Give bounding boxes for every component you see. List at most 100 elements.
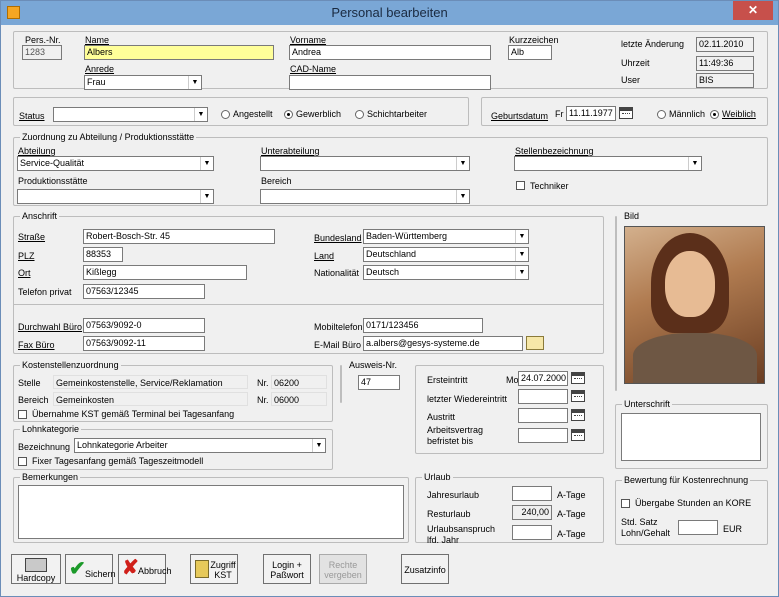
mobil-field[interactable]: 0171/123456 xyxy=(363,318,483,333)
angestellt-radio[interactable] xyxy=(221,110,230,119)
strasse-field[interactable]: Robert-Bosch-Str. 45 xyxy=(83,229,275,244)
fax-label: Fax Büro xyxy=(18,340,55,350)
schichtarbeiter-radio[interactable] xyxy=(355,110,364,119)
ausweis-field[interactable]: 47 xyxy=(358,375,400,390)
calendar-icon[interactable] xyxy=(571,409,585,421)
bundesland-label: Bundesland xyxy=(314,233,362,243)
stellenbezeichnung-select[interactable]: ▼ xyxy=(514,156,702,171)
kst-stelle-nr: 06200 xyxy=(271,375,327,389)
maennlich-radio[interactable] xyxy=(657,110,666,119)
chevron-down-icon: ▼ xyxy=(200,190,213,203)
austritt-field[interactable] xyxy=(518,408,568,423)
uebernahme-kst-checkbox[interactable] xyxy=(18,410,27,419)
fixer-tagesanfang-checkbox[interactable] xyxy=(18,457,27,466)
land-value: Deutschland xyxy=(366,249,417,259)
durchwahl-field[interactable]: 07563/9092-0 xyxy=(83,318,205,333)
chevron-down-icon: ▼ xyxy=(456,190,469,203)
cross-icon: ✘ xyxy=(122,557,139,579)
chevron-down-icon: ▼ xyxy=(515,266,528,279)
fixer-tagesanfang-label: Fixer Tagesanfang gemäß Tageszeitmodell xyxy=(32,456,204,466)
wiedereintritt-label: letzter Wiedereintritt xyxy=(427,394,508,404)
unterabteilung-select[interactable]: ▼ xyxy=(260,156,470,171)
techniker-checkbox[interactable] xyxy=(516,181,525,190)
zusatzinfo-button[interactable]: Zusatzinfo xyxy=(401,554,449,584)
status-select[interactable]: ▼ xyxy=(53,107,208,122)
cadname-label: CAD-Name xyxy=(290,64,337,74)
weiblich-label: Weiblich xyxy=(722,109,756,119)
weiblich-radio[interactable] xyxy=(710,110,719,119)
chevron-down-icon: ▼ xyxy=(194,108,207,121)
window-title: Personal bearbeiten xyxy=(331,5,448,20)
jahresurlaub-unit: A-Tage xyxy=(557,490,586,500)
ersteintritt-field[interactable]: 24.07.2000 xyxy=(518,371,568,386)
hardcopy-button[interactable]: Hardcopy xyxy=(11,554,61,584)
rechte-button[interactable]: Rechte vergeben xyxy=(319,554,367,584)
satz-field[interactable] xyxy=(678,520,718,535)
bundesland-value: Baden-Württemberg xyxy=(366,231,448,241)
jahresurlaub-field[interactable] xyxy=(512,486,552,501)
gewerblich-radio[interactable] xyxy=(284,110,293,119)
fax-field[interactable]: 07563/9092-11 xyxy=(83,336,205,351)
kurzzeichen-field[interactable]: Alb xyxy=(508,45,552,60)
bewertung-group-title: Bewertung für Kostenrechnung xyxy=(622,475,751,486)
produktionsstaette-select[interactable]: ▼ xyxy=(17,189,214,204)
checkmark-icon: ✔ xyxy=(69,558,86,580)
nationalitaet-value: Deutsch xyxy=(366,267,400,277)
sichern-button[interactable]: ✔ Sichern xyxy=(65,554,116,584)
bild-group-title: Bild xyxy=(622,211,642,222)
time-label: Uhrzeit xyxy=(621,58,650,68)
bemerkungen-label: Bemerkungen xyxy=(20,472,81,483)
persnr-field: 1283 xyxy=(22,45,62,60)
land-select[interactable]: Deutschland ▼ xyxy=(363,247,529,262)
vertrag-field[interactable] xyxy=(518,428,568,443)
calendar-icon[interactable] xyxy=(571,429,585,441)
wiedereintritt-field[interactable] xyxy=(518,389,568,404)
calendar-icon[interactable] xyxy=(571,390,585,402)
urlaub-group-title: Urlaub xyxy=(422,472,453,483)
anspruch-field[interactable] xyxy=(512,525,552,540)
photo-shirt xyxy=(633,333,757,383)
resturlaub-field: 240,00 xyxy=(512,505,552,520)
lohn-select[interactable]: Lohnkategorie Arbeiter ▼ xyxy=(74,438,326,453)
printer-icon xyxy=(25,558,47,572)
vorname-field[interactable]: Andrea xyxy=(289,45,491,60)
nationalitaet-label: Nationalität xyxy=(314,268,360,278)
user-label: User xyxy=(621,75,641,85)
cadname-field[interactable] xyxy=(289,75,491,90)
kore-checkbox[interactable] xyxy=(621,499,630,508)
calendar-icon[interactable] xyxy=(619,107,633,119)
anrede-value: Frau xyxy=(87,77,106,87)
schichtarbeiter-label: Schichtarbeiter xyxy=(367,109,428,119)
lohn-value: Lohnkategorie Arbeiter xyxy=(77,440,168,450)
telefon-field[interactable]: 07563/12345 xyxy=(83,284,205,299)
bemerkungen-field[interactable] xyxy=(18,485,404,539)
abbruch-button[interactable]: ✘ Abbruch xyxy=(118,554,172,584)
photo-face xyxy=(665,251,715,317)
abteilung-value: Service-Qualität xyxy=(20,158,85,168)
bereich-select[interactable]: ▼ xyxy=(260,189,470,204)
kst-bereich-nr-label: Nr. xyxy=(257,395,269,405)
nationalitaet-select[interactable]: Deutsch ▼ xyxy=(363,265,529,280)
kst-bereich-field: Gemeinkosten xyxy=(53,392,248,406)
birth-date-field[interactable]: 11.11.1977 xyxy=(566,106,616,121)
name-field[interactable]: Albers xyxy=(84,45,274,60)
ort-field[interactable]: Kißlegg xyxy=(83,265,247,280)
close-button[interactable]: ✕ xyxy=(733,1,773,20)
chevron-down-icon: ▼ xyxy=(688,157,701,170)
time-field: 11:49:36 xyxy=(696,56,754,71)
austritt-label: Austritt xyxy=(427,412,456,422)
mobil-label: Mobiltelefon xyxy=(314,322,363,332)
anrede-select[interactable]: Frau ▼ xyxy=(84,75,202,90)
bundesland-select[interactable]: Baden-Württemberg ▼ xyxy=(363,229,529,244)
login-button[interactable]: Login + Paßwort xyxy=(263,554,311,584)
email-field[interactable]: a.albers@gesys-systeme.de xyxy=(363,336,523,351)
plz-field[interactable]: 88353 xyxy=(83,247,123,262)
abteilung-select[interactable]: Service-Qualität ▼ xyxy=(17,156,214,171)
email-send-icon[interactable] xyxy=(526,336,544,350)
dialog-window: Personal bearbeiten ✕ Pers.-Nr. 1283 Nam… xyxy=(0,0,779,597)
zugriff-kst-button[interactable]: Zugriff KST xyxy=(190,554,238,584)
lohn-group-title: Lohnkategorie xyxy=(20,424,82,435)
calendar-icon[interactable] xyxy=(571,372,585,384)
unterschrift-field xyxy=(621,413,761,461)
resturlaub-label: Resturlaub xyxy=(427,509,471,519)
